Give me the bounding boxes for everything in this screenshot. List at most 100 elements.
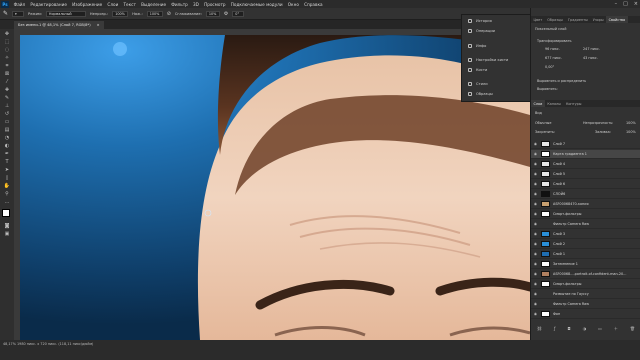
layer-row[interactable]: ◉ Слой 4 xyxy=(531,160,640,169)
clone-stamp-tool-icon[interactable]: ⊥ xyxy=(3,103,11,109)
dodge-tool-icon[interactable]: ◐ xyxy=(3,143,11,149)
visibility-eye-icon[interactable]: ◉ xyxy=(533,292,538,296)
actions-panel-button[interactable]: Операции xyxy=(468,29,495,33)
menu-type[interactable]: Текст xyxy=(121,2,139,7)
tab-properties[interactable]: Свойства xyxy=(606,16,628,23)
eraser-tool-icon[interactable]: ▭ xyxy=(3,119,11,125)
layer-row[interactable]: ◉ Фильтр Camera Raw xyxy=(531,300,640,309)
fx-icon[interactable]: ƒ xyxy=(554,326,555,334)
layer-row[interactable]: ◉ Размытие по Гауссу xyxy=(531,290,640,299)
history-brush-tool-icon[interactable]: ↺ xyxy=(3,111,11,117)
crop-tool-icon[interactable]: ⌗ xyxy=(3,63,11,69)
visibility-eye-icon[interactable]: ◉ xyxy=(533,262,538,266)
menu-3d[interactable]: 3D xyxy=(190,2,201,7)
photoshop-logo[interactable]: Ps xyxy=(1,0,9,8)
smoothing-field[interactable]: 10% xyxy=(205,10,220,17)
visibility-eye-icon[interactable]: ◉ xyxy=(533,162,538,166)
tab-patterns[interactable]: Узоры xyxy=(590,16,606,23)
blend-mode-select[interactable]: Обычные xyxy=(535,121,551,125)
group-icon[interactable]: ▭ xyxy=(598,326,602,334)
fill-field[interactable]: 100% xyxy=(626,130,636,134)
tab-layers[interactable]: Слои xyxy=(531,100,545,107)
airbrush-icon[interactable]: ⊘ xyxy=(167,11,171,17)
menu-image[interactable]: Изображение xyxy=(70,2,105,7)
document-tab[interactable]: Без имени-1 @ 48,1% (Слой 7, RGB/8*) × xyxy=(14,21,104,29)
tab-paths[interactable]: Контуры xyxy=(563,100,584,107)
brush-preset-picker[interactable]: ▾ xyxy=(12,10,25,17)
layer-row[interactable]: ◉ Фон xyxy=(531,310,640,319)
layer-row[interactable]: ◉ Слой 3 xyxy=(531,230,640,239)
visibility-eye-icon[interactable]: ◉ xyxy=(533,232,538,236)
visibility-eye-icon[interactable]: ◉ xyxy=(533,312,538,316)
shape-tool-icon[interactable]: ▯ xyxy=(3,175,11,181)
visibility-eye-icon[interactable]: ◉ xyxy=(533,252,538,256)
layer-row[interactable]: ◉ Слой 2 xyxy=(531,240,640,249)
tab-gradients[interactable]: Градиенты xyxy=(565,16,590,23)
frame-tool-icon[interactable]: ⊠ xyxy=(3,71,11,77)
visibility-eye-icon[interactable]: ◉ xyxy=(533,152,538,156)
menu-plugins[interactable]: Подключаемые модули xyxy=(228,2,285,7)
visibility-eye-icon[interactable]: ◉ xyxy=(533,142,538,146)
tab-color[interactable]: Цвет xyxy=(531,16,545,23)
menu-edit[interactable]: Редактирование xyxy=(28,2,70,7)
path-select-tool-icon[interactable]: ➤ xyxy=(3,167,11,173)
angle-field[interactable]: 0° xyxy=(232,10,245,17)
quick-mask-icon[interactable]: ◙ xyxy=(3,223,11,229)
foreground-color-swatch[interactable] xyxy=(2,209,10,217)
adjustment-layer-icon[interactable]: ◑ xyxy=(583,326,587,334)
minimize-icon[interactable]: – xyxy=(615,1,618,7)
blur-tool-icon[interactable]: ◔ xyxy=(3,135,11,141)
layer-row[interactable]: ◉ Карта градиента 1 xyxy=(531,150,640,159)
angle-field[interactable]: 0,00° xyxy=(545,65,554,69)
new-layer-icon[interactable]: ＋ xyxy=(614,326,618,334)
layer-row[interactable]: ◉ ASF00068...-portrait-of-confident-man-2… xyxy=(531,270,640,279)
visibility-eye-icon[interactable]: ◉ xyxy=(533,302,538,306)
screen-mode-icon[interactable]: ▣ xyxy=(3,231,11,237)
layer-kind-filter[interactable]: Вид xyxy=(535,111,542,115)
lasso-tool-icon[interactable]: ◌ xyxy=(3,47,11,53)
brush-tool-icon[interactable]: ✎ xyxy=(3,95,11,101)
more-tools-icon[interactable]: … xyxy=(3,199,11,205)
document-canvas[interactable] xyxy=(20,35,530,340)
height-field[interactable]: 677 пикс. xyxy=(545,56,562,60)
visibility-eye-icon[interactable]: ◉ xyxy=(533,192,538,196)
layer-opacity-field[interactable]: 100% xyxy=(626,121,636,125)
layer-row[interactable]: ◉ ASF00068470-копия xyxy=(531,200,640,209)
layer-row[interactable]: ◉ Смарт-фильтры xyxy=(531,210,640,219)
menu-select[interactable]: Выделение xyxy=(138,2,168,7)
type-tool-icon[interactable]: T xyxy=(3,159,11,165)
layer-row[interactable]: ◉ Слой 7 xyxy=(531,140,640,149)
layer-row[interactable]: ◉ Смарт-фильтры xyxy=(531,280,640,289)
layer-row[interactable]: ◉ Слой 5 xyxy=(531,170,640,179)
layer-row[interactable]: ◉ Фильтр Camera Raw xyxy=(531,220,640,229)
mode-select[interactable]: Нормальный xyxy=(45,10,86,17)
hand-tool-icon[interactable]: ✋ xyxy=(3,183,11,189)
eyedropper-tool-icon[interactable]: ⁄ xyxy=(3,79,11,85)
gradient-tool-icon[interactable]: ▤ xyxy=(3,127,11,133)
width-field[interactable]: 96 пикс. xyxy=(545,47,560,51)
menu-window[interactable]: Окно xyxy=(285,2,301,7)
visibility-eye-icon[interactable]: ◉ xyxy=(533,222,538,226)
visibility-eye-icon[interactable]: ◉ xyxy=(533,182,538,186)
move-tool-icon[interactable]: ✥ xyxy=(3,31,11,37)
tab-swatches[interactable]: Образцы xyxy=(545,16,566,23)
quick-select-tool-icon[interactable]: ✧ xyxy=(3,55,11,61)
visibility-eye-icon[interactable]: ◉ xyxy=(533,242,538,246)
gear-icon[interactable]: ⚙ xyxy=(224,11,228,17)
y-field[interactable]: 43 пикс. xyxy=(583,56,598,60)
add-mask-icon[interactable]: ◘ xyxy=(567,326,570,334)
brush-settings-panel-button[interactable]: Настройки кисти xyxy=(468,58,508,62)
zoom-tool-icon[interactable]: ⚲ xyxy=(3,191,11,197)
layer-row[interactable]: ◉ СЛОЙ6 xyxy=(531,190,640,199)
menu-help[interactable]: Справка xyxy=(302,2,326,7)
maximize-icon[interactable]: □ xyxy=(623,1,628,7)
visibility-eye-icon[interactable]: ◉ xyxy=(533,202,538,206)
layer-row[interactable]: ◉ Слой 6 xyxy=(531,180,640,189)
visibility-eye-icon[interactable]: ◉ xyxy=(533,282,538,286)
visibility-eye-icon[interactable]: ◉ xyxy=(533,172,538,176)
visibility-eye-icon[interactable]: ◉ xyxy=(533,272,538,276)
history-panel-button[interactable]: История xyxy=(468,19,492,23)
close-icon[interactable]: × xyxy=(634,1,638,7)
x-field[interactable]: 247 пикс. xyxy=(583,47,600,51)
close-tab-icon[interactable]: × xyxy=(97,23,100,27)
